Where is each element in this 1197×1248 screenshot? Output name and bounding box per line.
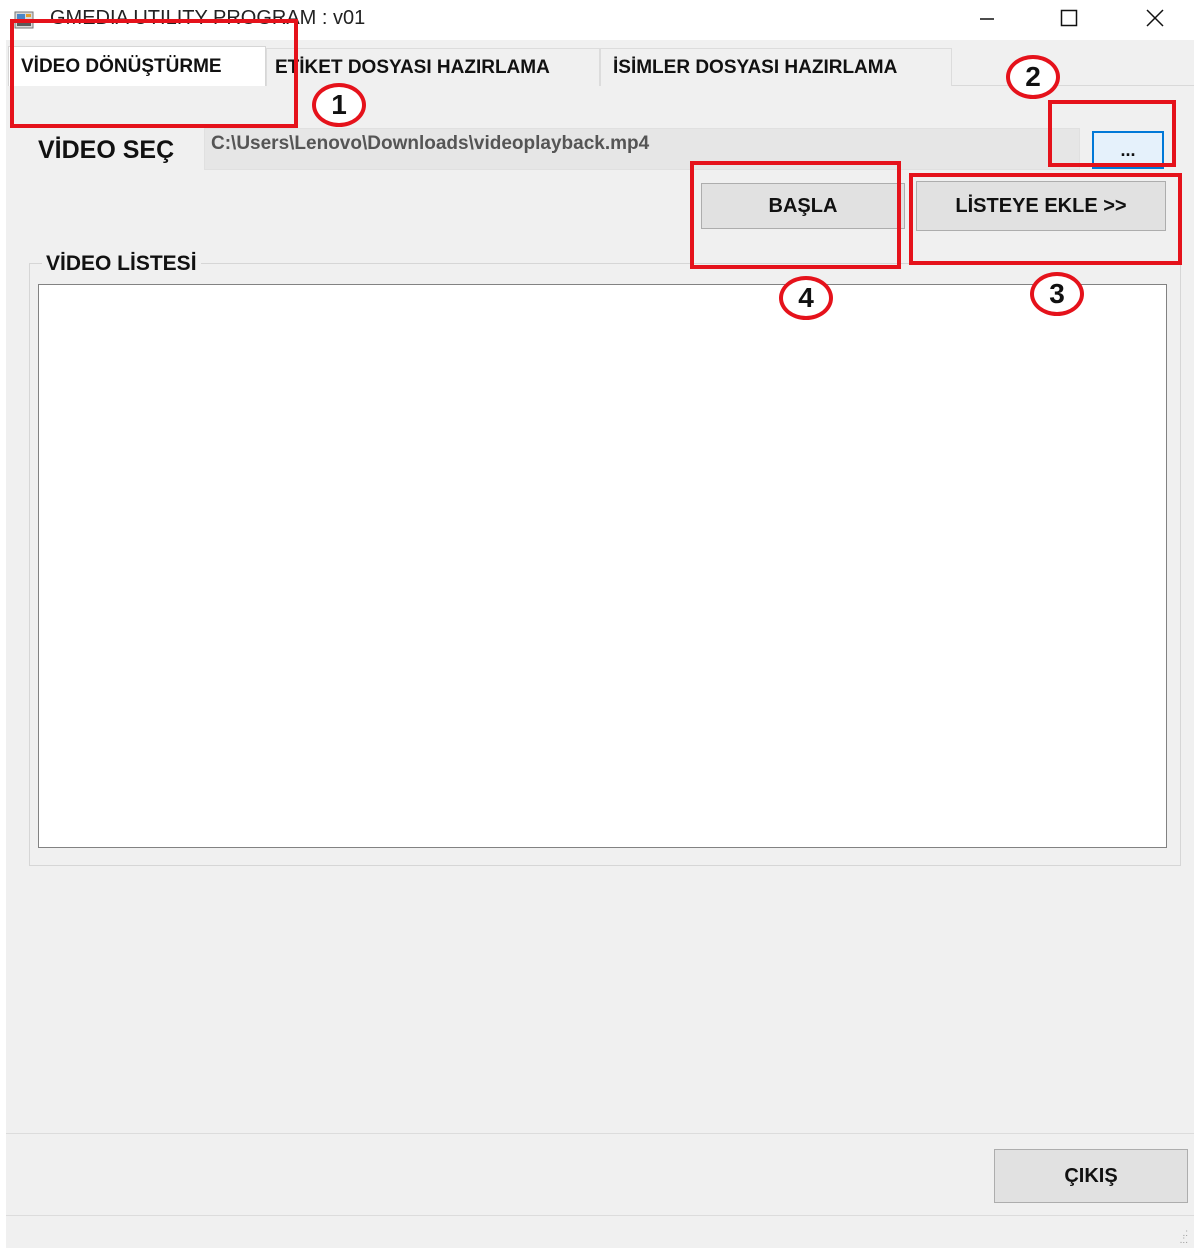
annotation-box-2 — [1048, 100, 1176, 167]
minimize-button[interactable] — [964, 0, 1010, 40]
annotation-marker-1: 1 — [312, 83, 366, 127]
status-bar: .:.:. — [6, 1215, 1194, 1248]
resize-grip-icon[interactable]: .:.:. — [1174, 1229, 1188, 1246]
close-icon — [1144, 7, 1166, 34]
tab-label: İSİMLER DOSYASI HAZIRLAMA — [613, 56, 898, 78]
annotation-box-3 — [909, 173, 1182, 265]
tab-etiket-dosyasi[interactable]: ETİKET DOSYASI HAZIRLAMA — [266, 48, 600, 86]
maximize-button[interactable] — [1046, 0, 1092, 40]
video-path-field[interactable]: C:\Users\Lenovo\Downloads\videoplayback.… — [204, 128, 1080, 170]
exit-button[interactable]: ÇIKIŞ — [994, 1149, 1188, 1203]
video-select-label: VİDEO SEÇ — [38, 136, 175, 164]
minimize-icon — [977, 8, 997, 33]
annotation-marker-4: 4 — [779, 276, 833, 320]
close-button[interactable] — [1132, 0, 1178, 40]
tab-isimler-dosyasi[interactable]: İSİMLER DOSYASI HAZIRLAMA — [600, 48, 952, 86]
annotation-marker-2: 2 — [1006, 55, 1060, 99]
annotation-box-4 — [690, 161, 901, 269]
video-list-title: VİDEO LİSTESİ — [42, 252, 201, 276]
annotation-marker-3: 3 — [1030, 272, 1084, 316]
video-list[interactable] — [38, 284, 1167, 848]
maximize-icon — [1059, 8, 1079, 33]
annotation-box-1 — [10, 19, 298, 128]
tab-label: ETİKET DOSYASI HAZIRLAMA — [275, 56, 550, 78]
